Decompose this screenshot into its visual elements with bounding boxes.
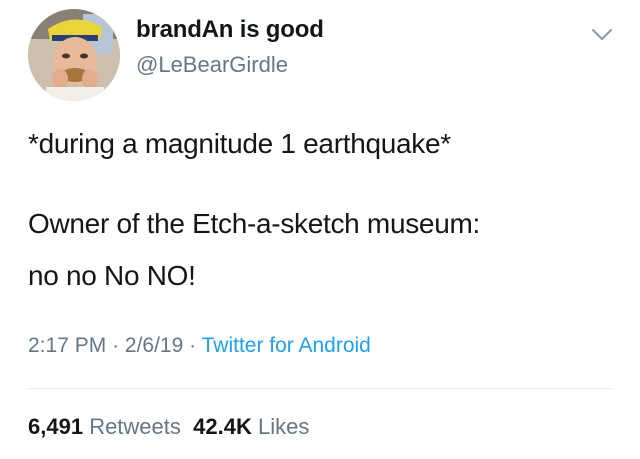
likes-count: 42.4K: [193, 414, 252, 439]
retweets-stat[interactable]: 6,491 Retweets: [28, 414, 181, 439]
display-name[interactable]: brandAn is good: [136, 16, 324, 44]
likes-label: Likes: [257, 414, 310, 439]
tweet-text-line: *during a magnitude 1 earthquake*: [28, 128, 451, 159]
tweet-card: brandAn is good @LeBearGirdle *during a …: [0, 0, 640, 459]
chevron-down-icon[interactable]: [591, 28, 613, 42]
tweet-text-line: Owner of the Etch-a-sketch museum:: [28, 208, 480, 239]
tweet-text-line: no no No NO!: [28, 260, 196, 291]
tweet-date[interactable]: 2/6/19: [125, 334, 183, 357]
avatar-image: [28, 9, 120, 101]
user-handle[interactable]: @LeBearGirdle: [136, 52, 288, 78]
likes-stat[interactable]: 42.4K Likes: [193, 414, 309, 439]
tweet-time[interactable]: 2:17 PM: [28, 334, 106, 357]
meta-separator: ·: [112, 334, 120, 357]
divider: [28, 388, 612, 389]
meta-separator: ·: [189, 334, 197, 357]
tweet-stats: 6,491 Retweets 42.4K Likes: [28, 414, 309, 440]
avatar[interactable]: [28, 9, 120, 101]
tweet-metadata: 2:17 PM · 2/6/19 · Twitter for Android: [28, 334, 371, 358]
retweets-label: Retweets: [89, 414, 181, 439]
tweet-source-link[interactable]: Twitter for Android: [202, 334, 371, 357]
retweets-count: 6,491: [28, 414, 84, 439]
